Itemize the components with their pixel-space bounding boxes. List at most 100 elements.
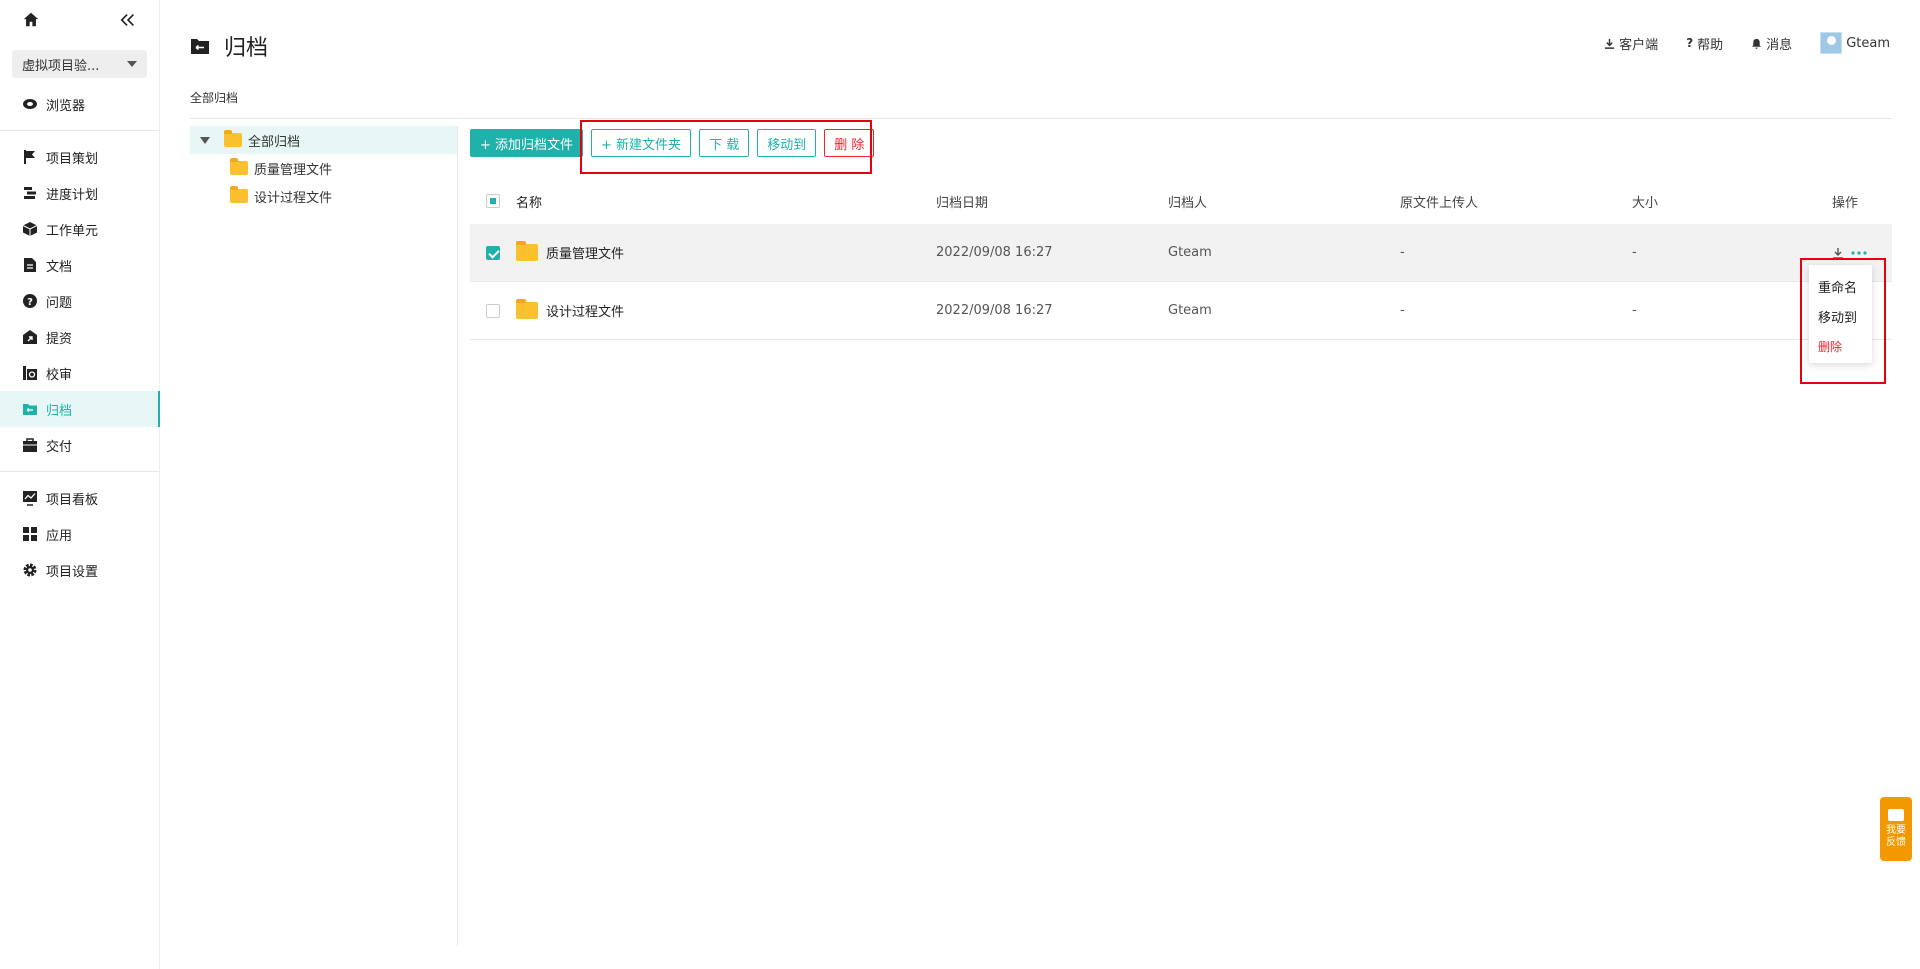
sidebar-item-settings[interactable]: 项目设置	[0, 552, 159, 588]
apps-icon	[22, 526, 38, 542]
feedback-label-1: 我要	[1886, 825, 1906, 836]
sidebar-item-planning[interactable]: 项目策划	[0, 139, 159, 175]
sidebar-item-label: 文档	[46, 259, 73, 275]
sidebar-item-label: 校审	[46, 367, 73, 383]
messages-link[interactable]: 消息	[1751, 34, 1792, 53]
client-download-link[interactable]: 客户端	[1604, 34, 1658, 53]
select-all-checkbox[interactable]	[486, 194, 500, 208]
sidebar-item-submit[interactable]: 提资	[0, 319, 159, 355]
svg-text:?: ?	[27, 297, 33, 308]
sidebar-item-dashboard[interactable]: 项目看板	[0, 480, 159, 516]
sidebar-item-work-unit[interactable]: 工作单元	[0, 211, 159, 247]
folder-icon	[516, 299, 538, 319]
help-label: 帮助	[1697, 37, 1724, 53]
row-name[interactable]: 质量管理文件	[546, 243, 624, 262]
user-name: Gteam	[1846, 35, 1890, 51]
flag-icon	[22, 149, 38, 165]
sidebar-item-label: 问题	[46, 295, 73, 311]
folder-icon	[230, 186, 248, 203]
caret-down-icon[interactable]	[200, 136, 210, 144]
table-header: 名称 归档日期 归档人 原文件上传人 大小 操作	[470, 178, 1892, 224]
column-header-person[interactable]: 归档人	[1168, 192, 1400, 211]
column-header-name[interactable]: 名称	[516, 192, 936, 211]
tree-node-design[interactable]: 设计过程文件	[190, 182, 457, 210]
home-icon[interactable]	[22, 11, 40, 33]
rename-menu-item[interactable]: 重命名	[1809, 271, 1872, 301]
chat-icon	[1888, 809, 1904, 821]
user-menu[interactable]: Gteam	[1820, 32, 1890, 54]
column-header-size[interactable]: 大小	[1632, 192, 1832, 211]
table-row[interactable]: 质量管理文件 2022/09/08 16:27 Gteam - -	[470, 224, 1892, 282]
sidebar-item-schedule[interactable]: 进度计划	[0, 175, 159, 211]
avatar	[1820, 32, 1843, 54]
collapse-icon[interactable]	[119, 11, 137, 33]
row-checkbox[interactable]	[486, 303, 500, 318]
download-icon	[1605, 38, 1615, 49]
add-archive-file-button[interactable]: + 添加归档文件	[470, 129, 584, 157]
cube-icon	[22, 221, 38, 237]
delete-menu-item[interactable]: 删除	[1809, 331, 1872, 361]
page-title: 归档	[190, 30, 268, 62]
action-toolbar: + 添加归档文件 + 新建文件夹 下 载 移动到 删 除	[470, 129, 882, 157]
sidebar-top	[0, 0, 159, 44]
sidebar-item-label: 提资	[46, 331, 73, 347]
sidebar-item-label: 浏览器	[46, 98, 86, 114]
project-select[interactable]: 虚拟项目验...	[12, 50, 147, 78]
sidebar-item-browser[interactable]: 浏览器	[0, 86, 159, 122]
tree-node-label: 设计过程文件	[254, 190, 333, 206]
gantt-icon	[22, 185, 38, 201]
top-right-toolbar: 客户端 ? 帮助 消息 Gteam	[1604, 32, 1890, 54]
sidebar-item-label: 归档	[46, 403, 73, 419]
sidebar-item-review[interactable]: 校审	[0, 355, 159, 391]
briefcase-icon	[22, 437, 38, 453]
feedback-button[interactable]: 我要 反馈	[1880, 797, 1912, 861]
row-person: Gteam	[1168, 245, 1212, 260]
new-folder-button[interactable]: + 新建文件夹	[591, 129, 692, 157]
row-size: -	[1632, 245, 1637, 260]
document-icon	[22, 257, 38, 273]
delete-button[interactable]: 删 除	[824, 129, 875, 157]
column-header-uploader[interactable]: 原文件上传人	[1400, 192, 1632, 211]
sidebar-item-label: 项目设置	[46, 564, 99, 580]
chevron-down-icon	[127, 61, 137, 67]
bell-icon	[1752, 38, 1762, 49]
more-icon[interactable]	[1850, 250, 1868, 256]
row-name[interactable]: 设计过程文件	[546, 301, 624, 320]
sidebar-item-label: 应用	[46, 528, 73, 544]
sidebar-item-issues[interactable]: ? 问题	[0, 283, 159, 319]
sidebar-item-documents[interactable]: 文档	[0, 247, 159, 283]
column-header-date[interactable]: 归档日期	[936, 192, 1168, 211]
column-header-op: 操作	[1832, 195, 1859, 211]
row-uploader: -	[1400, 245, 1405, 260]
sidebar-item-label: 进度计划	[46, 187, 99, 203]
download-button[interactable]: 下 载	[699, 129, 750, 157]
sidebar-item-archive[interactable]: 归档	[0, 391, 160, 427]
client-label: 客户端	[1619, 37, 1659, 53]
folder-icon	[516, 241, 538, 261]
sidebar-item-delivery[interactable]: 交付	[0, 427, 159, 463]
archive-icon	[22, 401, 38, 417]
download-icon[interactable]	[1832, 247, 1844, 259]
table-row[interactable]: 设计过程文件 2022/09/08 16:27 Gteam - -	[470, 282, 1892, 340]
move-to-button[interactable]: 移动到	[757, 129, 817, 157]
row-uploader: -	[1400, 303, 1405, 318]
tree-node-root[interactable]: 全部归档	[190, 126, 457, 154]
sidebar: 虚拟项目验... 浏览器 项目策划 进度计划 工作单元 文档 ? 问题 提资 校…	[0, 0, 160, 969]
move-to-menu-item[interactable]: 移动到	[1809, 301, 1872, 331]
tree-node-quality[interactable]: 质量管理文件	[190, 154, 457, 182]
folder-tree: 全部归档 质量管理文件 设计过程文件	[190, 126, 458, 946]
tree-node-label: 全部归档	[248, 134, 301, 150]
sidebar-item-label: 交付	[46, 439, 73, 455]
messages-label: 消息	[1766, 37, 1793, 53]
sidebar-item-apps[interactable]: 应用	[0, 516, 159, 552]
archive-icon	[191, 39, 209, 54]
project-name: 虚拟项目验...	[22, 58, 100, 74]
help-link[interactable]: ? 帮助	[1686, 34, 1723, 53]
divider	[0, 471, 159, 472]
sidebar-item-label: 项目看板	[46, 492, 99, 508]
divider	[0, 130, 159, 131]
row-checkbox[interactable]	[486, 245, 500, 260]
folder-icon	[224, 130, 242, 147]
folder-icon	[230, 158, 248, 175]
row-size: -	[1632, 303, 1637, 318]
